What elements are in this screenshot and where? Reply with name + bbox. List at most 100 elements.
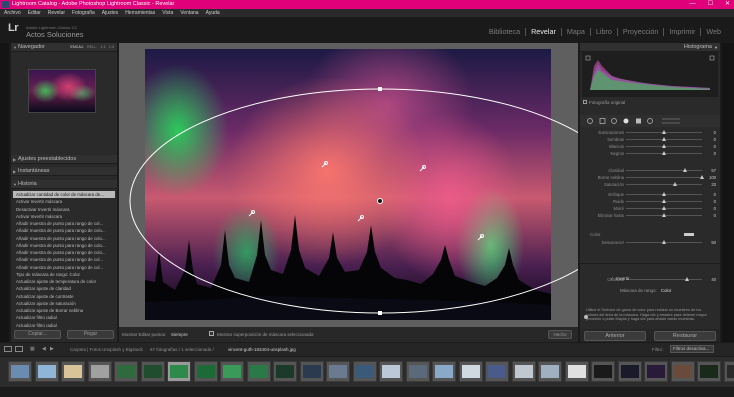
- slider-knob[interactable]: [662, 240, 666, 244]
- menu-editar[interactable]: Editar: [28, 9, 41, 17]
- slider-value[interactable]: 0: [714, 206, 716, 211]
- history-item[interactable]: Actualizar ajuste de temperatura de colo…: [13, 278, 115, 285]
- filmstrip-thumbnail[interactable]: [538, 361, 562, 382]
- filter-select[interactable]: Filtros desactiva...: [670, 345, 714, 353]
- zoom-1-1[interactable]: 1:1: [100, 43, 105, 52]
- minimize-button[interactable]: —: [690, 0, 696, 9]
- history-item[interactable]: Actualizar filtro radial: [13, 314, 115, 321]
- module-proyeccion[interactable]: Proyección: [618, 28, 665, 36]
- slider-knob[interactable]: [662, 199, 666, 203]
- slider-knob[interactable]: [700, 175, 704, 179]
- slider-row[interactable]: Ruido 0: [584, 198, 716, 205]
- zoom-fit[interactable]: ENCAJ.: [70, 43, 84, 52]
- slider-knob[interactable]: [662, 130, 666, 134]
- radial-center-pin[interactable]: [377, 198, 383, 204]
- back-arrow-icon[interactable]: ◀: [42, 346, 46, 352]
- histogram-graph[interactable]: [582, 52, 718, 97]
- slider-row[interactable]: Negros 0: [584, 150, 716, 157]
- filmstrip-thumbnail[interactable]: [697, 361, 721, 382]
- selected-filename[interactable]: vincent-guth-183404-unsplash.jpg: [228, 347, 296, 352]
- filmstrip-thumbnail[interactable]: [220, 361, 244, 382]
- filmstrip-thumbnail[interactable]: [114, 361, 138, 382]
- filmstrip-thumbnail[interactable]: [193, 361, 218, 382]
- slider-knob[interactable]: [662, 206, 666, 210]
- eyedropper-icon[interactable]: [584, 315, 588, 319]
- paste-button[interactable]: Pegar: [67, 330, 114, 339]
- filmstrip-thumbnail[interactable]: [87, 361, 112, 382]
- maximize-button[interactable]: ☐: [708, 0, 713, 9]
- module-web[interactable]: Web: [701, 28, 726, 36]
- slider-row[interactable]: Claridad 57: [584, 167, 716, 174]
- history-item[interactable]: Actualizar ajuste de claridad: [13, 285, 115, 292]
- slider-value[interactable]: 0: [714, 151, 716, 156]
- module-imprimir[interactable]: Imprimir: [664, 28, 702, 36]
- filmstrip-thumbnail[interactable]: [591, 361, 615, 382]
- menu-ventana[interactable]: Ventana: [180, 9, 198, 17]
- slider-knob[interactable]: [662, 144, 666, 148]
- restore-button[interactable]: Restaurar: [654, 331, 716, 341]
- slider-value[interactable]: 0: [714, 192, 716, 197]
- slider-track[interactable]: [626, 170, 702, 171]
- history-item[interactable]: Añadir muestra de punto para rango de co…: [13, 227, 115, 234]
- slider-value[interactable]: 0: [714, 199, 716, 204]
- menu-fotografia[interactable]: Fotografía: [72, 9, 95, 17]
- histogram-header[interactable]: Histograma ▼: [580, 43, 720, 52]
- display-1-icon[interactable]: [4, 346, 12, 352]
- filmstrip-thumbnail[interactable]: [379, 361, 403, 382]
- history-item[interactable]: Desactivar Invertir máscara: [13, 206, 115, 213]
- slider-track[interactable]: [626, 177, 702, 178]
- filmstrip-thumbnail[interactable]: [8, 361, 32, 382]
- filmstrip-thumbnail[interactable]: [326, 361, 350, 382]
- radial-handle-bottom[interactable]: [378, 311, 382, 315]
- history-item[interactable]: Actualizar ajuste de Borrar neblina: [13, 307, 115, 314]
- history-item[interactable]: Actualizar filtro radial: [13, 322, 115, 329]
- slider-row[interactable]: Enfoque 0: [584, 191, 716, 198]
- done-button[interactable]: Hecho: [548, 330, 572, 339]
- slider-row[interactable]: Moiré 0: [584, 205, 716, 212]
- original-photo-toggle[interactable]: Fotografía original: [583, 100, 625, 105]
- bottom-edge-strip[interactable]: [0, 387, 734, 397]
- menu-revelar[interactable]: Revelar: [48, 9, 65, 17]
- filmstrip-thumbnail[interactable]: [432, 361, 456, 382]
- filmstrip-thumbnail[interactable]: [670, 361, 695, 382]
- history-item[interactable]: Añadir muestra de punto para rango de co…: [13, 249, 115, 256]
- navigator-preview[interactable]: [28, 69, 96, 113]
- display-2-icon[interactable]: [15, 346, 23, 352]
- filmstrip-thumbnail[interactable]: [140, 361, 165, 382]
- history-item[interactable]: Activar Invertir máscara: [13, 213, 115, 220]
- slider-row[interactable]: Eliminar halos 0: [584, 212, 716, 219]
- forward-arrow-icon[interactable]: ▶: [50, 346, 54, 352]
- slider-knob[interactable]: [673, 182, 678, 186]
- menu-vista[interactable]: Vista: [162, 9, 173, 17]
- copy-button[interactable]: Copiar...: [14, 330, 61, 339]
- filmstrip-thumbnail[interactable]: [458, 361, 483, 382]
- history-item[interactable]: Tipo de máscara de rango: Color: [13, 271, 115, 278]
- overlay-checkbox[interactable]: [209, 331, 214, 336]
- filmstrip-thumbnail[interactable]: [61, 361, 85, 382]
- filmstrip-thumbnail[interactable]: [352, 361, 377, 382]
- zoom-1-4[interactable]: 1:4: [109, 43, 114, 52]
- history-item[interactable]: Actualizar ajuste de contraste: [13, 293, 115, 300]
- history-item[interactable]: Actualizar ajuste de saturación: [13, 300, 115, 307]
- filmstrip-thumbnail[interactable]: [405, 361, 430, 382]
- slider-value[interactable]: 57: [711, 168, 716, 173]
- slider-knob[interactable]: [662, 213, 666, 217]
- close-button[interactable]: ✕: [725, 0, 730, 9]
- menu-archivo[interactable]: Archivo: [4, 9, 21, 17]
- history-item[interactable]: Añadir muestra de punto para rango de co…: [13, 242, 115, 249]
- slider-row[interactable]: Sombras 0: [584, 136, 716, 143]
- grid-view-icon[interactable]: ▦: [30, 346, 35, 352]
- color-swatch[interactable]: [684, 233, 694, 236]
- filmstrip-thumbnail[interactable]: [167, 361, 191, 382]
- slider-value[interactable]: 0: [714, 144, 716, 149]
- menu-ajustes[interactable]: Ajustes: [102, 9, 118, 17]
- slider-knob[interactable]: [662, 151, 666, 155]
- slider-value[interactable]: 50: [711, 240, 716, 245]
- module-revelar[interactable]: Revelar: [526, 28, 562, 36]
- module-mapa[interactable]: Mapa: [562, 28, 591, 36]
- history-header[interactable]: ▼ Historia: [11, 180, 117, 189]
- snapshots-header[interactable]: ▶ Instantáneas: [11, 167, 117, 176]
- folder-path[interactable]: Carpeta | Fotos Unsplash y Bigstock: [70, 347, 143, 352]
- slider-row[interactable]: Iluminaciones 0: [584, 129, 716, 136]
- radial-filter-overlay[interactable]: [119, 43, 578, 327]
